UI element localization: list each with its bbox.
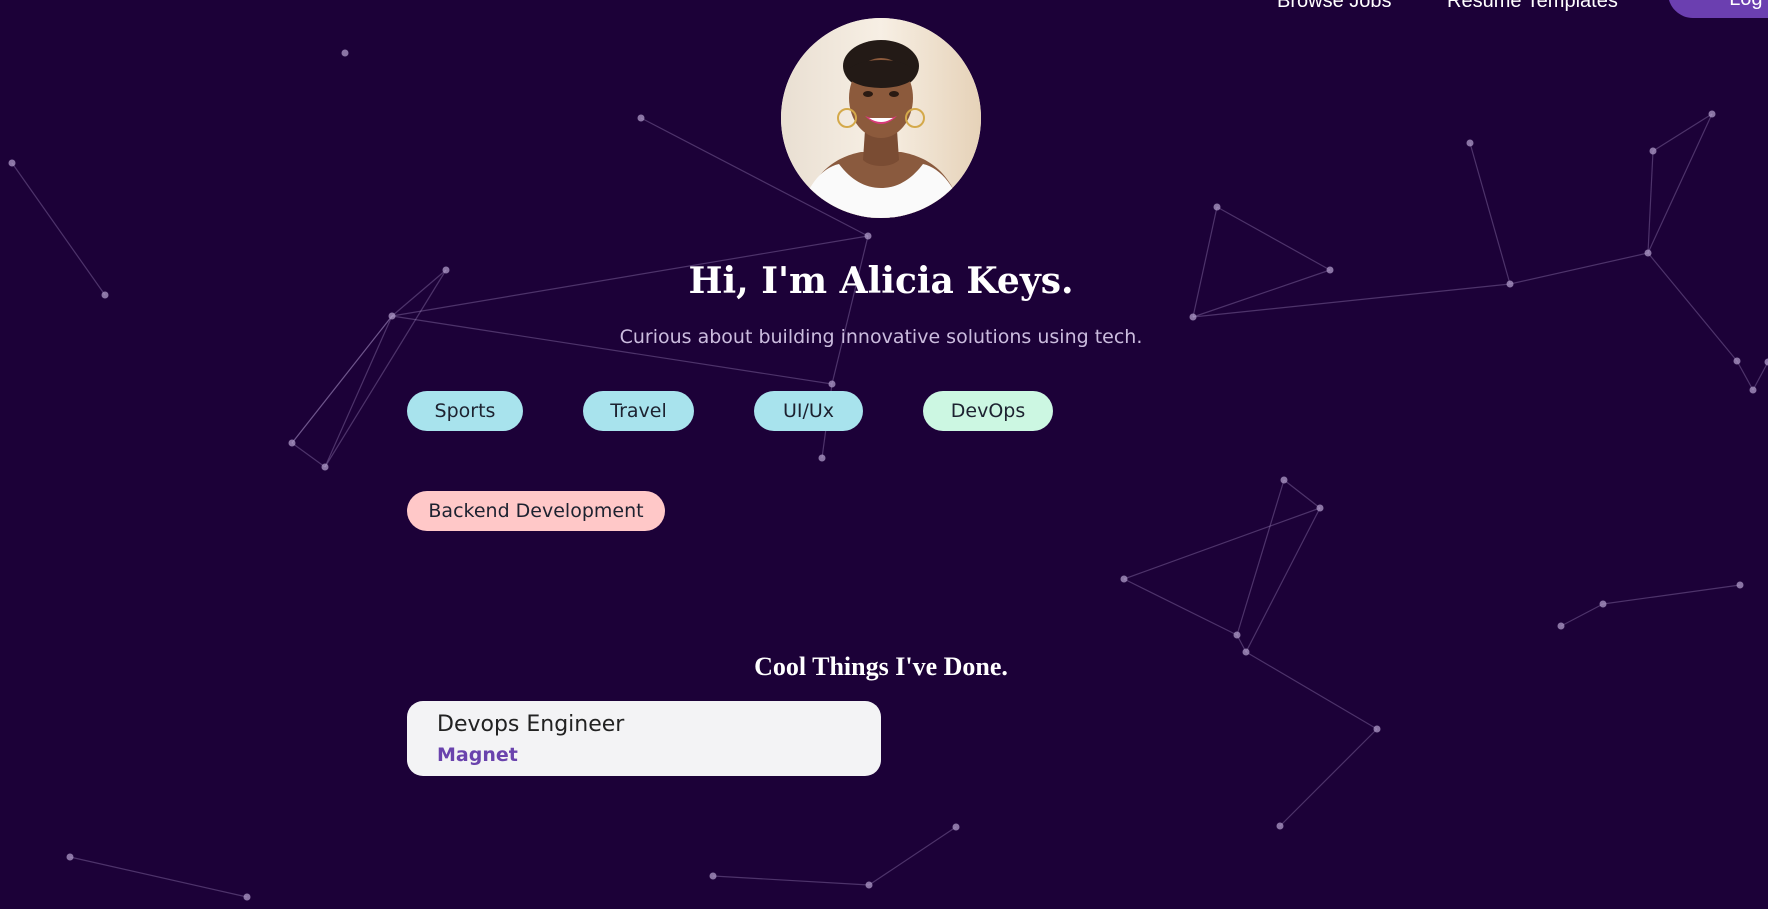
network-node	[1649, 147, 1657, 155]
network-node	[1213, 203, 1221, 211]
network-node	[1189, 313, 1197, 321]
network-line	[868, 826, 957, 886]
experience-card[interactable]: Devops Engineer Magnet	[407, 701, 881, 776]
network-node	[1280, 476, 1288, 484]
network-node	[818, 454, 826, 462]
network-node	[952, 823, 960, 831]
network-node	[1316, 504, 1324, 512]
network-line	[1123, 578, 1238, 636]
network-line	[1647, 113, 1713, 254]
experience-role: Devops Engineer	[437, 712, 625, 737]
network-node	[637, 114, 645, 122]
network-node	[1708, 110, 1716, 118]
interest-tag-travel[interactable]: Travel	[583, 391, 694, 431]
avatar	[781, 18, 981, 218]
tagline: Curious about building innovative soluti…	[619, 326, 1143, 348]
nav-browse-jobs-link[interactable]: Browse Jobs	[1277, 0, 1392, 18]
interest-tag-sports[interactable]: Sports	[407, 391, 523, 431]
network-line	[1245, 507, 1321, 653]
network-node	[341, 49, 349, 57]
network-line	[1236, 479, 1285, 636]
network-node	[66, 853, 74, 861]
page-title: Hi, I'm Alicia Keys.	[688, 260, 1074, 302]
network-node	[1599, 600, 1607, 608]
network-node	[8, 159, 16, 167]
avatar-photo	[781, 18, 981, 218]
nav-resume-templates-link[interactable]: Resume Templates	[1447, 0, 1618, 18]
network-node	[288, 439, 296, 447]
network-node	[1373, 725, 1381, 733]
network-node	[1466, 139, 1474, 147]
network-line	[1736, 360, 1754, 391]
network-line	[1560, 603, 1604, 627]
network-node	[388, 312, 396, 320]
network-line	[1236, 634, 1247, 653]
interest-tag-devops[interactable]: DevOps	[923, 391, 1053, 431]
interest-tag-backend-development[interactable]: Backend Development	[407, 491, 665, 531]
network-line	[291, 442, 326, 468]
network-node	[243, 893, 251, 901]
network-node	[1749, 386, 1757, 394]
network-line	[712, 875, 870, 886]
network-node	[321, 463, 329, 471]
network-line	[1602, 584, 1741, 605]
network-node	[865, 881, 873, 889]
experience-company: Magnet	[437, 744, 518, 766]
network-node	[1733, 357, 1741, 365]
network-line	[1752, 361, 1768, 391]
network-line	[1647, 150, 1654, 254]
login-button[interactable]: Log In	[1668, 0, 1768, 18]
network-node	[1557, 622, 1565, 630]
network-line	[1283, 479, 1321, 509]
network-line	[1652, 113, 1713, 152]
top-navigation: Browse Jobs Resume Templates Log In	[0, 0, 1768, 18]
network-line	[69, 856, 248, 898]
interest-tag-ui-ux[interactable]: UI/Ux	[754, 391, 863, 431]
network-node	[828, 380, 836, 388]
network-node	[864, 232, 872, 240]
network-line	[1279, 728, 1378, 827]
profile-page: Browse Jobs Resume Templates Log In	[0, 0, 1768, 909]
network-node	[1120, 575, 1128, 583]
network-node	[1276, 822, 1284, 830]
network-node	[1736, 581, 1744, 589]
network-line	[1123, 507, 1321, 580]
network-node	[709, 872, 717, 880]
network-node	[1764, 358, 1768, 366]
experience-section-title: Cool Things I've Done.	[754, 652, 1008, 681]
network-node	[1233, 631, 1241, 639]
